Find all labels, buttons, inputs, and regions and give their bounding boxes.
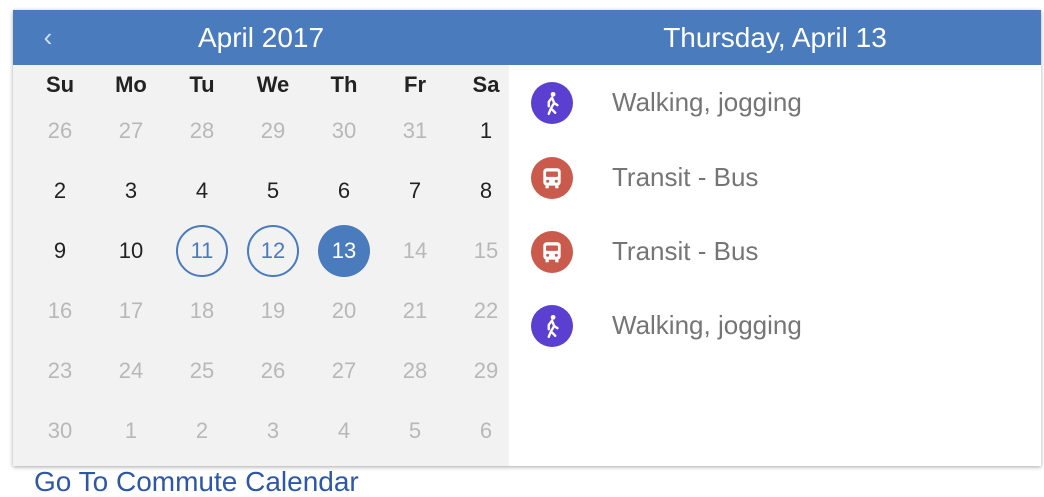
weekday-label: Fr: [404, 72, 426, 97]
activity-item[interactable]: Transit - Bus: [509, 141, 1041, 213]
activity-item[interactable]: Walking, jogging: [509, 289, 1041, 361]
calendar-grid: Su Mo Tu We Th Fr Sa 26 27 28 29 30 31 1 2 3 4 5 6 7 8 9 10 11 1…: [13, 65, 509, 466]
month-title: April 2017: [197, 22, 325, 53]
calendar-day[interactable]: 26: [238, 341, 308, 401]
calendar-day[interactable]: 4: [309, 401, 379, 461]
calendar-day[interactable]: 31: [380, 101, 450, 161]
calendar-day[interactable]: 10: [96, 221, 166, 281]
calendar-day[interactable]: 1: [96, 401, 166, 461]
calendar-day[interactable]: 18: [167, 281, 237, 341]
weekday-label: Th: [330, 72, 358, 97]
commute-day-marker: 11: [176, 225, 228, 277]
activity-label: Walking, jogging: [612, 310, 802, 340]
go-to-commute-calendar-link[interactable]: Go To Commute Calendar: [34, 466, 359, 497]
calendar-day[interactable]: 29: [238, 101, 308, 161]
calendar-day[interactable]: 3: [96, 161, 166, 221]
calendar-day[interactable]: 6: [309, 161, 379, 221]
calendar-day[interactable]: 28: [167, 101, 237, 161]
bus-icon: [531, 231, 573, 273]
calendar-day[interactable]: 21: [380, 281, 450, 341]
calendar-day[interactable]: 13: [309, 221, 379, 281]
chevron-left-icon: ‹: [43, 22, 53, 52]
calendar-day[interactable]: 28: [380, 341, 450, 401]
calendar-day[interactable]: 5: [380, 401, 450, 461]
selected-day-marker: 13: [318, 225, 370, 277]
activity-label: Transit - Bus: [612, 162, 759, 192]
calendar-day[interactable]: 26: [25, 101, 95, 161]
calendar-day[interactable]: 27: [309, 341, 379, 401]
walking-icon: [531, 305, 573, 347]
commute-card: ‹ April 2017 Thursday, April 13 Su Mo Tu We…: [13, 10, 1041, 466]
calendar-day[interactable]: 14: [380, 221, 450, 281]
calendar-day[interactable]: 24: [96, 341, 166, 401]
calendar-day[interactable]: 7: [380, 161, 450, 221]
calendar-day[interactable]: 19: [238, 281, 308, 341]
calendar-day[interactable]: 27: [96, 101, 166, 161]
calendar-day[interactable]: 30: [25, 401, 95, 461]
bus-icon: [531, 157, 573, 199]
weekday-label: Su: [45, 72, 75, 97]
header-bar: ‹ April 2017 Thursday, April 13: [13, 10, 1041, 65]
activity-item[interactable]: Transit - Bus: [509, 215, 1041, 287]
calendar-day[interactable]: 20: [309, 281, 379, 341]
calendar-day[interactable]: 5: [238, 161, 308, 221]
calendar-day[interactable]: 9: [25, 221, 95, 281]
walking-icon: [531, 82, 573, 124]
calendar-day[interactable]: 30: [309, 101, 379, 161]
calendar-day[interactable]: 23: [25, 341, 95, 401]
calendar-day[interactable]: 3: [238, 401, 308, 461]
weekday-label: Tu: [189, 72, 215, 97]
calendar-day[interactable]: 17: [96, 281, 166, 341]
calendar-day[interactable]: 4: [167, 161, 237, 221]
selected-day-title: Thursday, April 13: [663, 22, 887, 53]
commute-day-marker: 12: [247, 225, 299, 277]
calendar-day[interactable]: 12: [238, 221, 308, 281]
calendar-day[interactable]: 6: [451, 401, 521, 461]
activity-label: Walking, jogging: [612, 87, 802, 117]
previous-month-button[interactable]: ‹: [33, 19, 63, 55]
calendar-day[interactable]: 25: [167, 341, 237, 401]
weekday-label: We: [256, 72, 290, 97]
calendar-day[interactable]: 2: [25, 161, 95, 221]
calendar-day[interactable]: 16: [25, 281, 95, 341]
calendar-day[interactable]: 2: [167, 401, 237, 461]
weekday-label: Mo: [115, 72, 147, 97]
calendar-day[interactable]: 11: [167, 221, 237, 281]
activity-item[interactable]: Walking, jogging: [509, 66, 1041, 138]
activity-label: Transit - Bus: [612, 236, 759, 266]
